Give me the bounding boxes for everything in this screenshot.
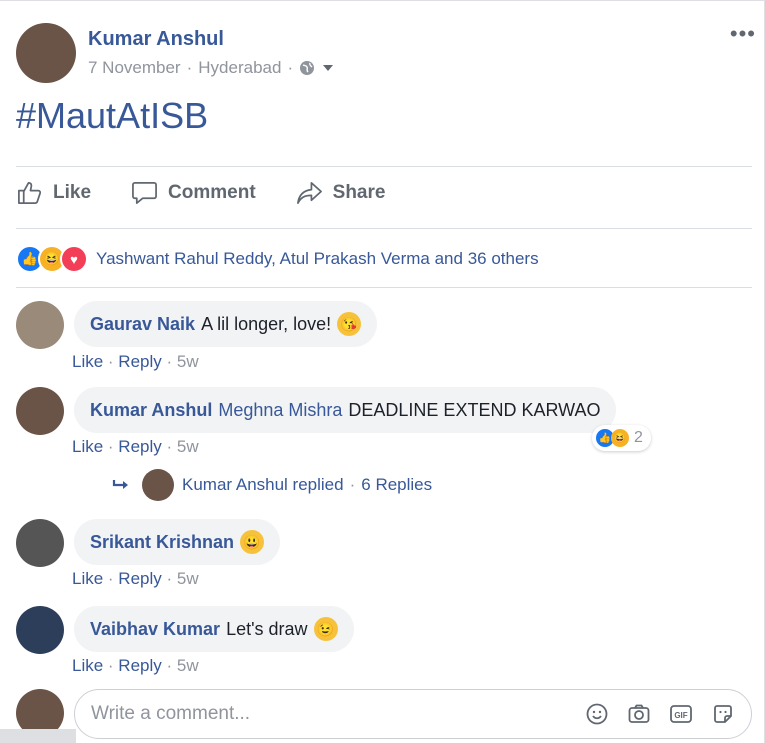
gif-icon[interactable]: GIF xyxy=(669,702,693,726)
comment-bubble: Gaurav Naik A lil longer, love! 😘 xyxy=(74,301,378,347)
replies-separator: · xyxy=(349,475,356,494)
comment-like-link[interactable]: Like xyxy=(72,569,103,588)
commenter-name[interactable]: Vaibhav Kumar xyxy=(90,619,220,640)
comment-bubble: Kumar Anshul Meghna Mishra DEADLINE EXTE… xyxy=(74,387,617,433)
comment-label: Comment xyxy=(168,181,256,203)
svg-text:GIF: GIF xyxy=(674,711,687,720)
comment-reply-link[interactable]: Reply xyxy=(118,437,161,456)
commenter-avatar[interactable] xyxy=(16,519,64,567)
commenter-avatar[interactable] xyxy=(16,301,64,349)
comment-time[interactable]: 5w xyxy=(177,352,199,371)
comment-text: Let's draw xyxy=(226,618,308,639)
comment-input[interactable]: Write a comment... GIF xyxy=(74,689,752,739)
comment-reply-link[interactable]: Reply xyxy=(118,352,161,371)
comment-bubble: Srikant Krishnan 😃 xyxy=(74,519,281,565)
like-button[interactable]: Like xyxy=(16,179,91,206)
mention-link[interactable]: Meghna Mishra xyxy=(218,400,342,421)
composer-tools: GIF xyxy=(585,702,735,726)
share-button[interactable]: Share xyxy=(296,179,386,206)
thumbs-up-icon xyxy=(18,181,42,204)
divider xyxy=(16,287,752,288)
camera-icon[interactable] xyxy=(627,702,651,726)
comment-time[interactable]: 5w xyxy=(177,437,199,456)
post-actions: Like Comment Share xyxy=(16,179,385,206)
globe-icon[interactable] xyxy=(299,60,315,76)
replies-text: Kumar Anshul replied xyxy=(182,475,344,494)
reaction-names[interactable]: Yashwant Rahul Reddy, Atul Prakash Verma… xyxy=(96,249,539,269)
comment-reaction-badge[interactable]: 👍 😆 2 xyxy=(592,425,651,451)
comment-time[interactable]: 5w xyxy=(177,569,199,588)
chevron-down-icon[interactable] xyxy=(321,61,335,75)
author-avatar[interactable] xyxy=(16,23,76,83)
share-label: Share xyxy=(332,181,386,203)
facebook-post: Kumar Anshul 7 November · Hyderabad · ••… xyxy=(0,0,765,743)
more-options-icon[interactable]: ••• xyxy=(730,21,756,47)
reply-arrow-icon xyxy=(112,480,128,489)
share-arrow-icon xyxy=(296,181,322,204)
comment-text: A lil longer, love! xyxy=(201,313,332,334)
grinning-face-icon: 😃 xyxy=(240,530,265,554)
comment-like-link[interactable]: Like xyxy=(72,437,103,456)
comment-button[interactable]: Comment xyxy=(131,179,256,206)
emoji-icon[interactable] xyxy=(585,702,609,726)
author-name[interactable]: Kumar Anshul xyxy=(88,28,224,51)
commenter-name[interactable]: Srikant Krishnan xyxy=(90,532,234,553)
replies-count: 6 Replies xyxy=(361,475,433,494)
comment-placeholder[interactable]: Write a comment... xyxy=(91,703,585,725)
post-meta: 7 November · Hyderabad · xyxy=(88,58,335,78)
love-reaction-icon: ♥ xyxy=(60,245,88,273)
comment-links: Like · Reply · 5w xyxy=(72,569,199,588)
haha-reaction-icon: 😆 xyxy=(611,429,629,447)
reactions-summary[interactable]: 👍 😆 ♥ Yashwant Rahul Reddy, Atul Prakash… xyxy=(16,245,539,273)
post-hashtag[interactable]: #MautAtISB xyxy=(16,95,208,137)
kissing-face-icon: 😘 xyxy=(337,312,362,336)
comment-reply-link[interactable]: Reply xyxy=(118,569,161,588)
view-replies-link[interactable]: Kumar Anshul replied · 6 Replies xyxy=(112,469,432,501)
commenter-name[interactable]: Gaurav Naik xyxy=(90,314,195,335)
comment-bubble: Vaibhav Kumar Let's draw 😉 xyxy=(74,606,354,652)
sticker-icon[interactable] xyxy=(711,702,735,726)
commenter-avatar[interactable] xyxy=(16,606,64,654)
comment-text: DEADLINE EXTEND KARWAO xyxy=(348,399,601,420)
comment-links: Like · Reply · 5w xyxy=(72,437,199,456)
commenter-name[interactable]: Kumar Anshul xyxy=(90,400,212,421)
divider xyxy=(16,166,752,167)
post-location[interactable]: Hyderabad xyxy=(198,58,281,78)
reaction-count: 2 xyxy=(634,429,643,446)
like-label: Like xyxy=(53,181,92,203)
winking-face-icon: 😉 xyxy=(313,617,338,641)
post-date[interactable]: 7 November xyxy=(88,58,181,78)
meta-separator: · xyxy=(186,58,193,77)
comment-reply-link[interactable]: Reply xyxy=(118,656,161,675)
comment-icon xyxy=(132,181,157,204)
divider xyxy=(16,228,752,229)
bottom-scroll-area xyxy=(0,729,76,743)
meta-separator: · xyxy=(287,58,294,77)
replier-avatar[interactable] xyxy=(142,469,174,501)
commenter-avatar[interactable] xyxy=(16,387,64,435)
comment-links: Like · Reply · 5w xyxy=(72,352,199,371)
comment-like-link[interactable]: Like xyxy=(72,656,103,675)
comment-like-link[interactable]: Like xyxy=(72,352,103,371)
comment-links: Like · Reply · 5w xyxy=(72,656,199,675)
comment-time[interactable]: 5w xyxy=(177,656,199,675)
